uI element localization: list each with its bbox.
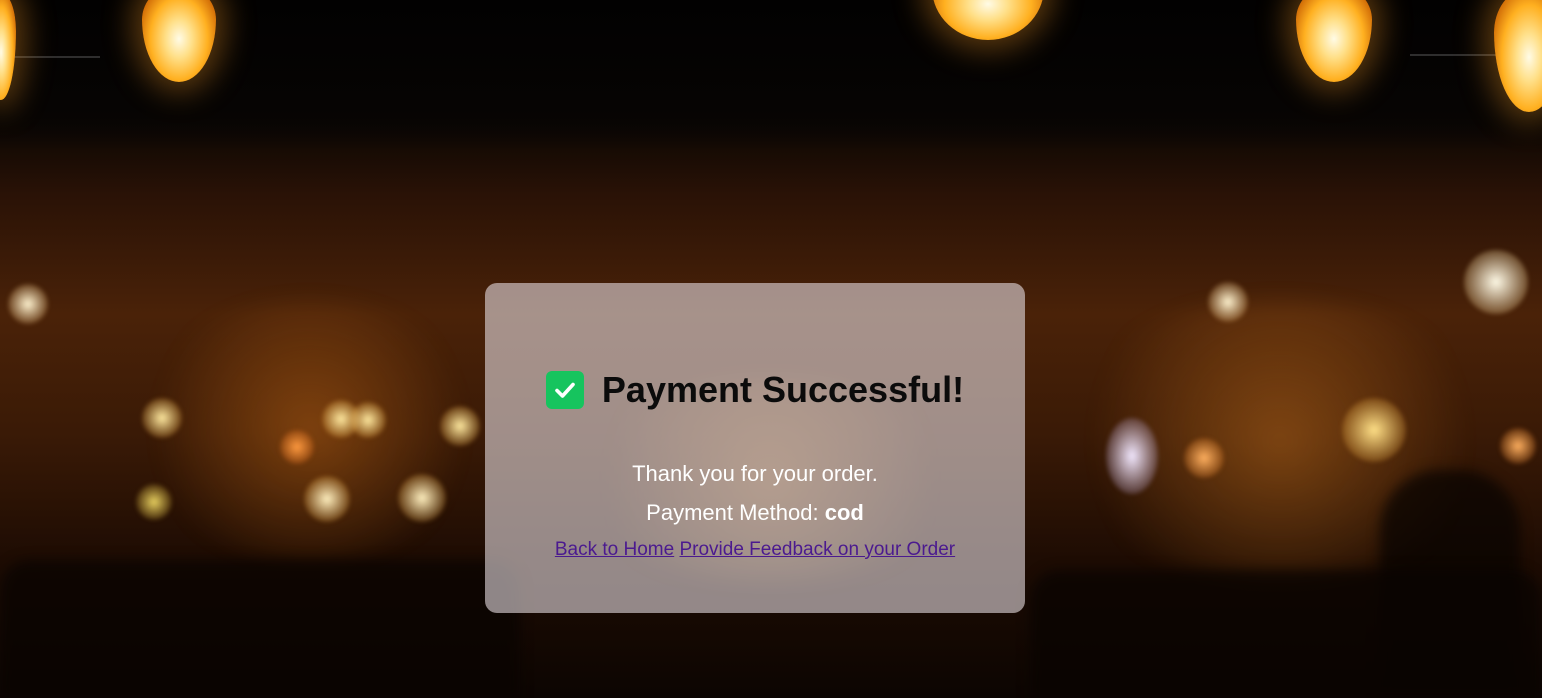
table-silhouette — [1030, 570, 1542, 698]
background-glow — [130, 300, 490, 560]
bokeh-light — [350, 402, 386, 438]
bokeh-light — [136, 484, 172, 520]
thank-you-message: Thank you for your order. — [632, 461, 878, 486]
page-title: Payment Successful! — [601, 369, 965, 410]
provide-feedback-link[interactable]: Provide Feedback on your Order — [679, 539, 955, 560]
bokeh-light — [1500, 428, 1536, 464]
bokeh-light — [1464, 250, 1528, 314]
bokeh-light — [280, 430, 314, 464]
payment-method-value: cod — [824, 500, 864, 525]
check-icon — [545, 371, 584, 409]
back-to-home-link[interactable]: Back to Home — [555, 539, 674, 560]
bokeh-light — [142, 398, 182, 438]
payment-success-card: Payment Successful! Thank you for your o… — [485, 283, 1025, 613]
title-row: Payment Successful! — [485, 369, 1025, 411]
bokeh-light — [440, 406, 480, 446]
bokeh-light — [398, 474, 446, 522]
table-silhouette — [0, 560, 520, 698]
bulb-wire — [1410, 54, 1500, 56]
bokeh-light — [304, 476, 350, 522]
bokeh-light — [1208, 282, 1248, 322]
bokeh-light — [8, 284, 48, 324]
action-links: Back to Home Provide Feedback on your Or… — [485, 539, 1025, 561]
payment-method-label: Payment Method: — [646, 500, 825, 525]
bulb-wire — [10, 56, 100, 58]
bokeh-light — [1106, 418, 1158, 494]
payment-method: Payment Method: cod — [485, 500, 1025, 526]
bokeh-light — [1184, 438, 1224, 478]
bokeh-light — [1342, 398, 1406, 462]
